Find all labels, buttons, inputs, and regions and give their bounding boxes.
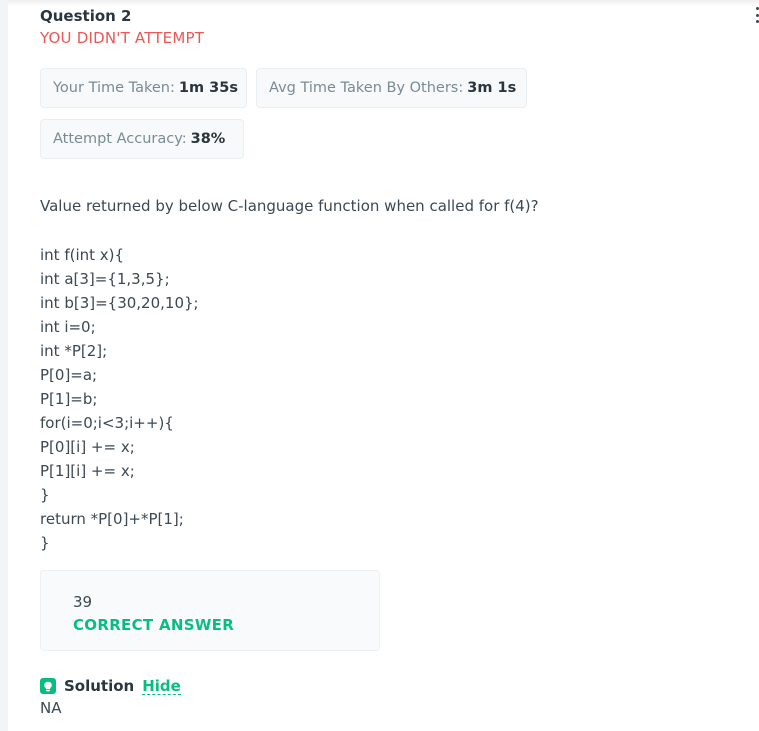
kebab-dot	[755, 20, 759, 23]
kebab-dot	[755, 13, 759, 17]
header-shadow	[8, 0, 759, 6]
code-line: int f(int x){	[40, 246, 125, 264]
code-line: }	[40, 534, 50, 552]
time-taken-value: 1m 35s	[178, 80, 238, 96]
code-block: int f(int x){ int a[3]={1,3,5}; int b[3]…	[40, 243, 440, 555]
correct-answer-label: CORRECT ANSWER	[73, 616, 235, 634]
question-title: Question 2	[40, 7, 132, 25]
more-vertical-icon[interactable]	[752, 5, 759, 25]
accuracy-badge: Attempt Accuracy: 38%	[40, 119, 244, 159]
attempt-status: YOU DIDN'T ATTEMPT	[40, 29, 205, 47]
left-panel-strip	[0, 0, 8, 731]
avg-time-label: Avg Time Taken By Others:	[269, 80, 464, 96]
code-line: P[0]=a;	[40, 366, 98, 384]
lightbulb-icon	[40, 678, 56, 694]
code-line: int b[3]={30,20,10};	[40, 294, 199, 312]
code-line: P[0][i] += x;	[40, 438, 135, 456]
code-line: int i=0;	[40, 318, 96, 336]
correct-answer-card: 39 CORRECT ANSWER	[40, 570, 380, 651]
hide-solution-link[interactable]: Hide	[142, 678, 181, 695]
code-line: P[1]=b;	[40, 390, 98, 408]
answer-value: 39	[73, 593, 93, 611]
avg-time-badge: Avg Time Taken By Others: 3m 1s	[256, 68, 527, 108]
code-line: P[1][i] += x;	[40, 462, 135, 480]
avg-time-value: 3m 1s	[467, 80, 517, 96]
accuracy-value: 38%	[190, 131, 226, 147]
code-line: return *P[0]+*P[1];	[40, 510, 184, 528]
time-taken-label: Your Time Taken:	[53, 80, 175, 96]
time-taken-badge: Your Time Taken: 1m 35s	[40, 68, 247, 108]
code-line: }	[40, 486, 50, 504]
code-line: int *P[2];	[40, 342, 108, 360]
question-text: Value returned by below C-language funct…	[40, 197, 539, 215]
code-line: int a[3]={1,3,5};	[40, 270, 170, 288]
solution-text: NA	[40, 699, 62, 717]
accuracy-label: Attempt Accuracy:	[53, 131, 187, 147]
solution-header: Solution Hide	[40, 676, 181, 696]
kebab-dot	[755, 7, 759, 10]
solution-label: Solution	[64, 677, 135, 695]
code-line: for(i=0;i<3;i++){	[40, 414, 174, 432]
